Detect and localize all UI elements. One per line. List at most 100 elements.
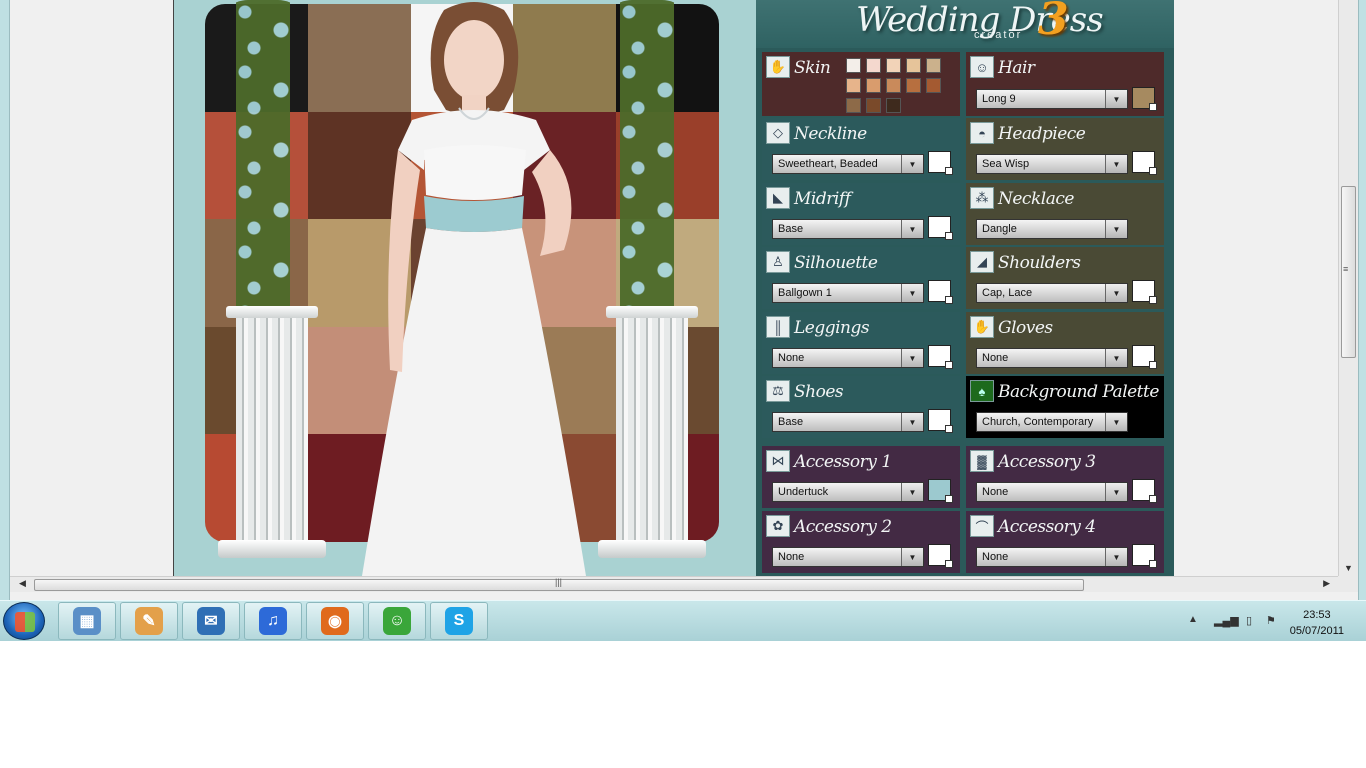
panel-label: Accessory 4	[998, 517, 1096, 537]
panel-label: Leggings	[794, 318, 870, 338]
browser-window: Wedding Dress creator 3 ✋ Skin ☺ Hair Lo…	[0, 0, 1366, 600]
skin-panel: ✋ Skin	[762, 52, 960, 116]
neckline-select[interactable]: Sweetheart, Beaded ▼	[772, 154, 924, 174]
chevron-down-icon[interactable]: ▼	[901, 483, 923, 501]
headpiece-select[interactable]: Sea Wisp ▼	[976, 154, 1128, 174]
accessory3-select[interactable]: None ▼	[976, 482, 1128, 502]
scroll-down-icon[interactable]: ▼	[1344, 563, 1353, 573]
messenger-icon: ☺	[383, 607, 411, 635]
headpiece-color-swatch[interactable]	[1132, 151, 1157, 175]
clock[interactable]: 23:53 05/07/2011	[1290, 607, 1344, 639]
skin-color-swatch[interactable]	[926, 58, 941, 73]
skin-color-swatch[interactable]	[926, 78, 941, 93]
neckline-value: Sweetheart, Beaded	[778, 158, 878, 170]
shoulders-panel: ◢ Shoulders Cap, Lace ▼	[966, 247, 1164, 309]
skin-color-swatch[interactable]	[846, 58, 861, 73]
scroll-right-icon[interactable]: ▶	[1323, 578, 1330, 589]
creator-panel: Wedding Dress creator 3 ✋ Skin ☺ Hair Lo…	[756, 0, 1174, 576]
glove-icon: ✋	[970, 316, 994, 338]
scrollbar-corner	[1338, 576, 1358, 592]
headpiece-value: Sea Wisp	[982, 158, 1030, 170]
skin-color-swatch[interactable]	[846, 98, 861, 113]
left-vine	[218, 0, 308, 310]
shoulders-select[interactable]: Cap, Lace ▼	[976, 283, 1128, 303]
accessory2-icon: ✿	[766, 515, 790, 537]
vertical-scrollbar[interactable]: ≡ ▼	[1338, 0, 1358, 576]
accessory1-select[interactable]: Undertuck ▼	[772, 482, 924, 502]
leggings-select[interactable]: None ▼	[772, 348, 924, 368]
skin-color-swatch[interactable]	[906, 58, 921, 73]
accessory3-color-swatch[interactable]	[1132, 479, 1157, 503]
accessory2-select[interactable]: None ▼	[772, 547, 924, 567]
gloves-color-swatch[interactable]	[1132, 345, 1157, 369]
start-button[interactable]	[3, 602, 45, 640]
chevron-down-icon[interactable]: ▼	[901, 220, 923, 238]
chevron-down-icon[interactable]: ▼	[901, 349, 923, 367]
paint-icon: ✎	[135, 607, 163, 635]
chevron-down-icon[interactable]: ▼	[901, 413, 923, 431]
taskbar-app-button[interactable]: ▦	[58, 602, 116, 640]
taskbar-app-button[interactable]: ♫	[244, 602, 302, 640]
skin-swatch-grid	[846, 58, 941, 113]
taskbar-app-button[interactable]: S	[430, 602, 488, 640]
skin-color-swatch[interactable]	[886, 98, 901, 113]
accessory1-color-swatch[interactable]	[928, 479, 953, 503]
accessory4-color-swatch[interactable]	[1132, 544, 1157, 568]
midriff-color-swatch[interactable]	[928, 216, 953, 240]
shoulders-color-swatch[interactable]	[1132, 280, 1157, 304]
chevron-down-icon[interactable]: ▼	[1105, 284, 1127, 302]
hair-select[interactable]: Long 9 ▼	[976, 89, 1128, 109]
chevron-down-icon[interactable]: ▼	[901, 548, 923, 566]
chevron-down-icon[interactable]: ▼	[1105, 483, 1127, 501]
scroll-left-icon[interactable]: ◀	[19, 578, 26, 589]
chevron-down-icon[interactable]: ▼	[1105, 349, 1127, 367]
gloves-select[interactable]: None ▼	[976, 348, 1128, 368]
taskbar-app-button[interactable]: ☺	[368, 602, 426, 640]
skin-color-swatch[interactable]	[886, 58, 901, 73]
skin-color-swatch[interactable]	[886, 78, 901, 93]
chevron-down-icon[interactable]: ▼	[1105, 413, 1127, 431]
shoes-color-swatch[interactable]	[928, 409, 953, 433]
necklace-select[interactable]: Dangle ▼	[976, 219, 1128, 239]
background-palette-select[interactable]: Church, Contemporary ▼	[976, 412, 1128, 432]
taskbar-app-button[interactable]: ◉	[306, 602, 364, 640]
silhouette-panel: ♙ Silhouette Ballgown 1 ▼	[762, 247, 960, 309]
accessory3-value: None	[982, 486, 1009, 498]
chevron-down-icon[interactable]: ▼	[1105, 90, 1127, 108]
panel-label: Headpiece	[998, 124, 1086, 144]
hair-color-swatch[interactable]	[1132, 87, 1157, 111]
panel-label: Accessory 2	[794, 517, 892, 537]
show-hidden-icons-icon[interactable]: ▲	[1188, 614, 1198, 625]
skin-color-swatch[interactable]	[906, 78, 921, 93]
chevron-down-icon[interactable]: ▼	[1105, 548, 1127, 566]
taskbar: ▦ ✎ ✉ ♫ ◉ ☺ S ▲ ▂▄▆ ▯ ⚑ 23:53 05/07/2011	[0, 600, 1366, 641]
neckline-color-swatch[interactable]	[928, 151, 953, 175]
network-icon[interactable]: ▂▄▆	[1214, 614, 1239, 628]
skin-color-swatch[interactable]	[866, 78, 881, 93]
clock-time: 23:53	[1303, 609, 1331, 621]
accessory4-select[interactable]: None ▼	[976, 547, 1128, 567]
action-center-flag-icon[interactable]: ⚑	[1266, 614, 1280, 628]
midriff-select[interactable]: Base ▼	[772, 219, 924, 239]
skin-color-swatch[interactable]	[866, 98, 881, 113]
shoes-select[interactable]: Base ▼	[772, 412, 924, 432]
horizontal-scrollbar[interactable]: ◀ ||| ▶	[10, 576, 1338, 592]
taskbar-app-button[interactable]: ✉	[182, 602, 240, 640]
leggings-color-swatch[interactable]	[928, 345, 953, 369]
skin-color-swatch[interactable]	[846, 78, 861, 93]
panel-label: Midriff	[794, 189, 851, 209]
accessory3-panel: ▓ Accessory 3 None ▼	[966, 446, 1164, 508]
battery-icon[interactable]: ▯	[1246, 614, 1260, 628]
chevron-down-icon[interactable]: ▼	[901, 284, 923, 302]
accessory2-color-swatch[interactable]	[928, 544, 953, 568]
chevron-down-icon[interactable]: ▼	[1105, 220, 1127, 238]
taskbar-app-button[interactable]: ✎	[120, 602, 178, 640]
chevron-down-icon[interactable]: ▼	[901, 155, 923, 173]
midriff-panel: ◣ Midriff Base ▼	[762, 183, 960, 245]
silhouette-select[interactable]: Ballgown 1 ▼	[772, 283, 924, 303]
skin-color-swatch[interactable]	[866, 58, 881, 73]
silhouette-color-swatch[interactable]	[928, 280, 953, 304]
chevron-down-icon[interactable]: ▼	[1105, 155, 1127, 173]
headpiece-icon: ◓	[970, 122, 994, 144]
left-pillar	[218, 306, 326, 576]
